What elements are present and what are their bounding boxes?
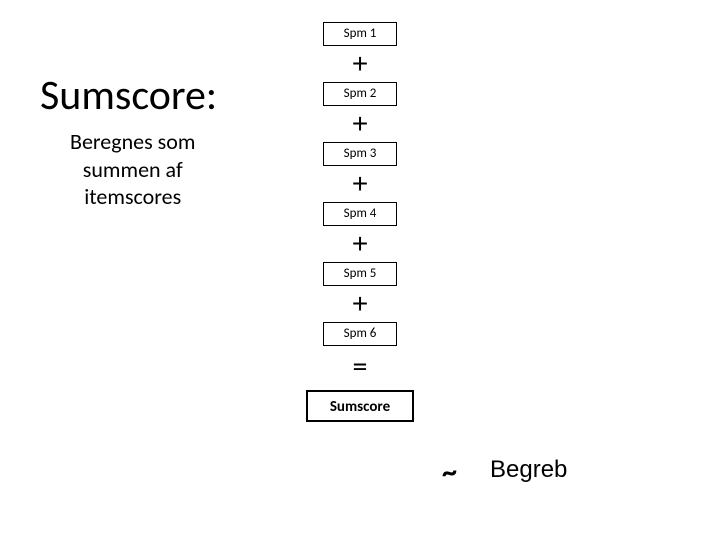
item-box-4: Spm 4 [323, 202, 397, 226]
concept-label: Begreb [490, 456, 567, 484]
item-box-1: Spm 1 [323, 22, 397, 46]
page-title: Sumscore: [40, 70, 217, 121]
sumscore-box: Sumscore [306, 390, 414, 422]
item-box-6: Spm 6 [323, 322, 397, 346]
tilde-icon: ~ [442, 454, 457, 491]
plus-icon: + [352, 48, 368, 80]
equals-icon: = [353, 350, 368, 384]
plus-icon: + [352, 108, 368, 140]
item-box-5: Spm 5 [323, 262, 397, 286]
subtitle: Beregnes som summen af itemscores [70, 128, 195, 211]
plus-icon: + [352, 288, 368, 320]
item-box-3: Spm 3 [323, 142, 397, 166]
plus-icon: + [352, 228, 368, 260]
plus-icon: + [352, 168, 368, 200]
sumscore-stack: Spm 1 + Spm 2 + Spm 3 + Spm 4 + Spm 5 + … [306, 22, 414, 422]
item-box-2: Spm 2 [323, 82, 397, 106]
